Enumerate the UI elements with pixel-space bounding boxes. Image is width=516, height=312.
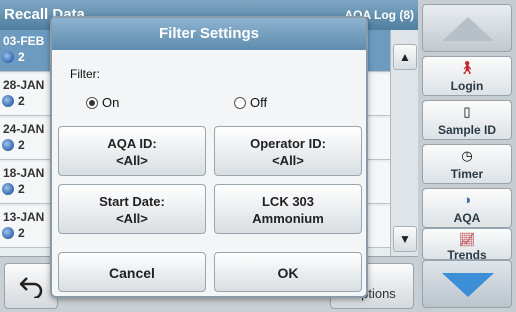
filter-on-radio[interactable]: On: [86, 94, 146, 114]
filter-settings-dialog: Filter Settings Filter: On Off AQA ID: <…: [50, 16, 368, 298]
aqa-id-value: <All>: [116, 153, 148, 168]
aqa-icon: ◑: [463, 192, 471, 207]
filter-on-label: On: [102, 95, 120, 110]
measurement-icon: [2, 183, 14, 195]
right-sidebar: 🚶︎ Login ▯ Sample ID ◷ Timer ◑ AQA 📈︎ Tr…: [418, 0, 516, 312]
trend-chart-icon: 📈︎: [458, 232, 476, 247]
login-label: Login: [450, 79, 484, 93]
cancel-label: Cancel: [109, 265, 155, 281]
timer-icon: ◷: [461, 148, 473, 163]
timer-button[interactable]: ◷ Timer: [422, 144, 512, 184]
list-item-date: 24-JAN: [3, 122, 45, 136]
back-arrow-icon: [19, 277, 43, 298]
page-up-button[interactable]: [422, 4, 512, 52]
filter-label: Filter:: [70, 67, 100, 81]
radio-checked-icon: [86, 97, 98, 109]
cancel-button[interactable]: Cancel: [58, 252, 206, 292]
caret-down-icon: ▼: [399, 232, 411, 246]
triangle-up-icon: [442, 17, 494, 41]
ok-button[interactable]: OK: [214, 252, 362, 292]
list-item-date: 28-JAN: [3, 78, 45, 92]
aqa-button[interactable]: ◑ AQA: [422, 188, 512, 228]
list-item-value: 2: [18, 226, 25, 240]
test-code-label: LCK 303: [261, 194, 315, 209]
measurement-icon: [2, 139, 14, 151]
sample-vial-icon: ▯: [463, 104, 471, 119]
login-button[interactable]: 🚶︎ Login: [422, 56, 512, 96]
start-date-label: Start Date:: [99, 194, 165, 209]
list-item-value: 2: [18, 94, 25, 108]
operator-id-value: <All>: [272, 153, 304, 168]
list-item-value: 2: [18, 50, 25, 64]
timer-label: Timer: [450, 167, 484, 181]
filter-off-label: Off: [250, 95, 268, 110]
screen: Recall Data AQA Log (8) 03-FEB 2 28-JAN …: [0, 0, 516, 312]
test-name-label: Ammonium: [252, 211, 324, 226]
aqa-id-button[interactable]: AQA ID: <All>: [58, 126, 206, 176]
list-item-value: 2: [18, 182, 25, 196]
list-item-date: 18-JAN: [3, 166, 45, 180]
operator-id-label: Operator ID:: [250, 136, 326, 151]
operator-id-button[interactable]: Operator ID: <All>: [214, 126, 362, 176]
dialog-title: Filter Settings: [158, 25, 259, 42]
caret-up-icon: ▲: [399, 50, 411, 64]
measurement-icon: [2, 95, 14, 107]
scroll-up-button[interactable]: ▲: [393, 44, 417, 70]
triangle-down-icon: [442, 273, 494, 297]
page-down-button[interactable]: [422, 260, 512, 308]
dialog-titlebar: Filter Settings: [52, 18, 366, 50]
list-scrollbar[interactable]: ▲ ▼: [390, 30, 418, 256]
start-date-value: <All>: [116, 211, 148, 226]
measurement-icon: [2, 227, 14, 239]
radio-unchecked-icon: [234, 97, 246, 109]
person-icon: 🚶︎: [458, 60, 476, 75]
list-item-date: 03-FEB: [3, 34, 45, 48]
sample-id-button[interactable]: ▯ Sample ID: [422, 100, 512, 140]
list-item-date: 13-JAN: [3, 210, 45, 224]
start-date-button[interactable]: Start Date: <All>: [58, 184, 206, 234]
ok-label: OK: [277, 265, 299, 281]
aqa-label: AQA: [453, 211, 481, 225]
measurement-icon: [2, 51, 14, 63]
aqa-id-label: AQA ID:: [107, 136, 157, 151]
filter-off-radio[interactable]: Off: [234, 94, 294, 114]
scroll-down-button[interactable]: ▼: [393, 226, 417, 252]
list-item-value: 2: [18, 138, 25, 152]
test-select-button[interactable]: LCK 303 Ammonium: [214, 184, 362, 234]
trends-button[interactable]: 📈︎ Trends: [422, 228, 512, 262]
sample-id-label: Sample ID: [437, 123, 497, 137]
